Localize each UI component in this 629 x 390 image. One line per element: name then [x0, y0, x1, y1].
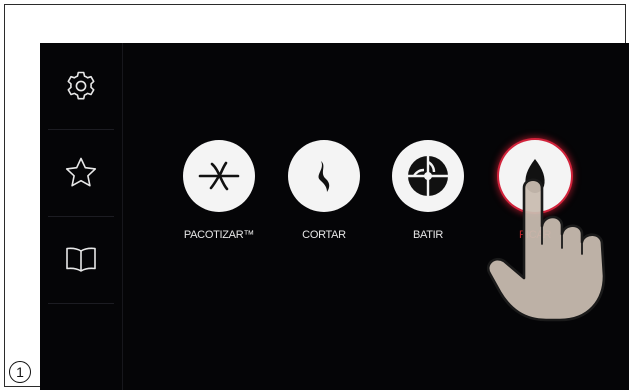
mode-cortar-label: CORTAR: [302, 229, 346, 241]
chop-blade-icon: [525, 159, 545, 193]
whisk-icon: [408, 156, 448, 196]
sidebar-separator: [122, 43, 123, 390]
sidebar-item-favorites[interactable]: [40, 130, 122, 216]
sidebar-divider: [48, 303, 114, 304]
sidebar-item-settings[interactable]: [40, 43, 122, 129]
step-number-badge: 1: [9, 361, 31, 383]
mode-batir-circle[interactable]: [392, 140, 464, 212]
mode-picar-label: PICAR: [518, 229, 552, 241]
cut-blade-icon: [318, 161, 330, 192]
mode-pacotizar-button[interactable]: PACOTIZAR™: [169, 140, 269, 241]
mode-pacotizar-circle[interactable]: [183, 140, 255, 212]
mode-batir-label: BATIR: [412, 229, 444, 241]
gear-icon: [67, 71, 95, 100]
sidebar: [40, 43, 122, 390]
device-screen: PACOTIZAR™ CORTAR BATIR PICAR: [40, 43, 629, 390]
mode-batir-button[interactable]: BATIR: [378, 140, 478, 241]
star-icon: [65, 157, 97, 187]
pacotizar-blade-icon: [198, 161, 240, 191]
mode-picar-circle[interactable]: [499, 140, 571, 212]
sidebar-item-recipes[interactable]: [40, 217, 122, 303]
mode-cortar-circle[interactable]: [288, 140, 360, 212]
mode-pacotizar-label: PACOTIZAR™: [183, 229, 255, 241]
book-icon: [66, 247, 96, 272]
mode-picar-button[interactable]: PICAR: [485, 140, 585, 241]
mode-cortar-button[interactable]: CORTAR: [274, 140, 374, 241]
